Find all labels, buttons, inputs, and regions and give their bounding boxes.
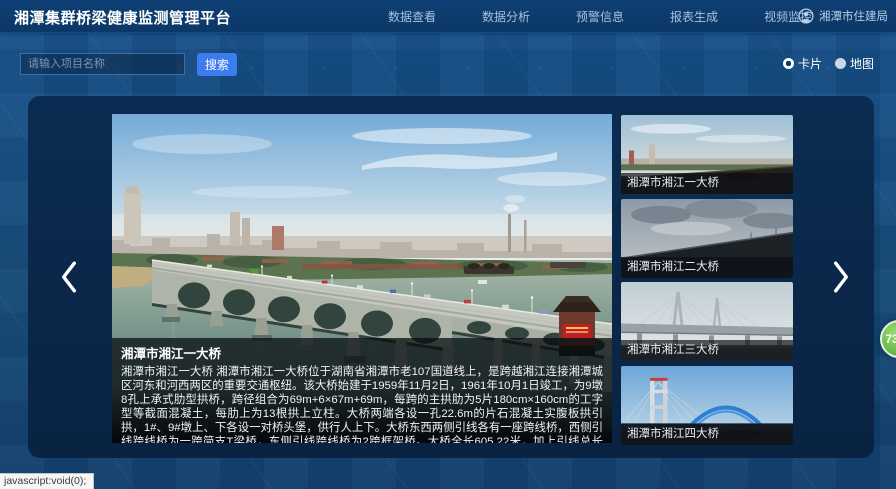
radio-selected-icon — [783, 58, 794, 69]
view-option-map[interactable]: 地图 — [835, 55, 874, 72]
thumbnail-bridge-4[interactable]: 湘潭市湘江四大桥 — [621, 366, 793, 445]
user-name: 湘潭市住建局 — [819, 8, 888, 24]
app-header: 湘潭集群桥梁健康监测管理平台 数据查看 数据分析 预警信息 报表生成 视频监控 … — [0, 0, 896, 32]
nav-item-report-generation[interactable]: 报表生成 — [670, 8, 718, 25]
view-option-card[interactable]: 卡片 — [783, 55, 822, 72]
nav-item-data-view[interactable]: 数据查看 — [388, 8, 436, 25]
thumbnail-bridge-3[interactable]: 湘潭市湘江三大桥 — [621, 282, 793, 361]
user-avatar-icon — [798, 8, 814, 24]
carousel-slide[interactable]: 湘潭市湘江一大桥 湘潭市湘江一大桥 湘潭市湘江一大桥位于湖南省湘潭市老107国道… — [112, 114, 612, 443]
thumbnail-bridge-1[interactable]: 湘潭市湘江一大桥 — [621, 115, 793, 194]
search-button[interactable]: 搜索 — [197, 53, 237, 76]
thumbnail-bridge-2[interactable]: 湘潭市湘江二大桥 — [621, 199, 793, 278]
view-toggle: 卡片 地图 — [783, 55, 874, 72]
search-input[interactable] — [20, 53, 185, 75]
nav-item-warning-info[interactable]: 预警信息 — [576, 8, 624, 25]
thumbnail-bridge-2-label: 湘潭市湘江二大桥 — [621, 257, 793, 278]
main-nav: 数据查看 数据分析 预警信息 报表生成 视频监控 — [388, 0, 812, 32]
slide-caption: 湘潭市湘江一大桥 湘潭市湘江一大桥 湘潭市湘江一大桥位于湖南省湘潭市老107国道… — [112, 338, 612, 443]
carousel-prev-button[interactable] — [54, 258, 84, 296]
view-option-card-label: 卡片 — [798, 55, 822, 72]
radio-unselected-icon — [835, 58, 846, 69]
nav-item-data-analysis[interactable]: 数据分析 — [482, 8, 530, 25]
thumbnail-bridge-3-label: 湘潭市湘江三大桥 — [621, 340, 793, 361]
carousel-next-button[interactable] — [826, 258, 856, 296]
chevron-left-icon — [58, 260, 80, 294]
score-badge-value: 73 — [885, 332, 896, 346]
view-option-map-label: 地图 — [850, 55, 874, 72]
thumbnail-list: 湘潭市湘江一大桥 湘潭市湘江二大桥 — [621, 115, 793, 445]
thumbnail-bridge-1-label: 湘潭市湘江一大桥 — [621, 173, 793, 194]
chevron-right-icon — [830, 260, 852, 294]
bridge-title: 湘潭市湘江一大桥 — [121, 343, 603, 362]
thumbnail-bridge-4-label: 湘潭市湘江四大桥 — [621, 424, 793, 445]
app-title: 湘潭集群桥梁健康监测管理平台 — [14, 7, 231, 28]
carousel-panel: 湘潭市湘江一大桥 湘潭市湘江一大桥 湘潭市湘江一大桥位于湖南省湘潭市老107国道… — [28, 96, 874, 458]
status-tooltip: javascript:void(0); — [0, 473, 94, 489]
user-menu[interactable]: 湘潭市住建局 — [798, 0, 888, 32]
bridge-description: 湘潭市湘江一大桥 湘潭市湘江一大桥位于湖南省湘潭市老107国道线上，是跨越湘江连… — [121, 365, 603, 443]
